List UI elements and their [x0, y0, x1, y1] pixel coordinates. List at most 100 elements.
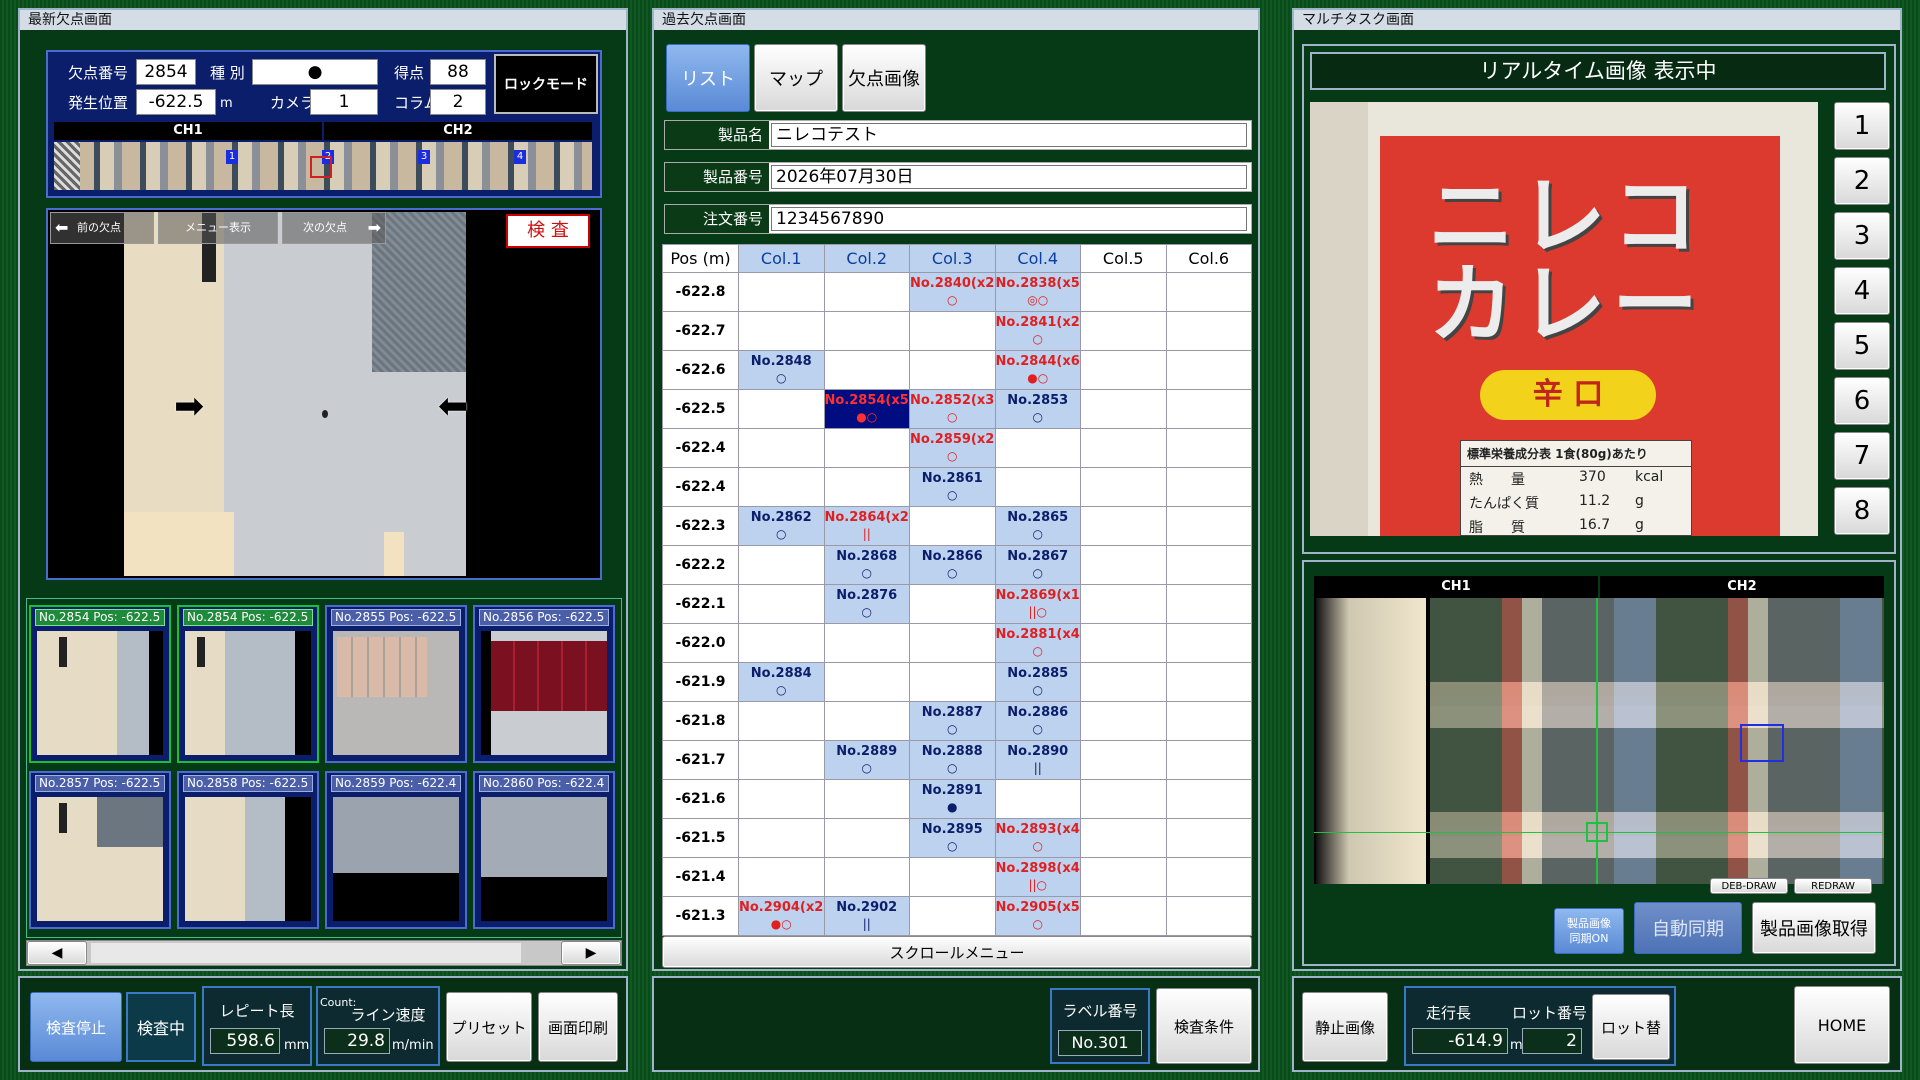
table-row[interactable]: -622.6 No.2848 ○ No.2844(x6) ●○	[662, 350, 1252, 390]
lock-mode-button[interactable]: ロックモード	[494, 54, 598, 114]
table-row[interactable]: -621.4 No.2898(x4) ||○	[662, 857, 1252, 897]
web-strip-image[interactable]: 1 2 3 4	[54, 142, 592, 190]
camera-button-1[interactable]: 1	[1834, 102, 1890, 150]
home-button[interactable]: HOME	[1794, 986, 1890, 1064]
defect-cell[interactable]: No.2868 ○	[823, 545, 910, 585]
defect-cell[interactable]: No.2881(x4) ○	[994, 623, 1081, 663]
thumbnail[interactable]: No.2857 Pos: -622.5	[29, 771, 171, 929]
tab-map[interactable]: マップ	[754, 44, 838, 112]
scroll-left-button[interactable]: ◀	[27, 941, 87, 965]
thumbnail[interactable]: No.2859 Pos: -622.4	[325, 771, 467, 929]
defect-cell[interactable]: No.2890 ||	[994, 740, 1081, 780]
defect-cell[interactable]: No.2891 ●	[909, 779, 996, 819]
defect-image-viewer[interactable]: ➡ ⬅ ⬅ 前の欠点 メニュー表示 次の欠点 ➡ 検 査	[46, 208, 602, 580]
thumbnail[interactable]: No.2854 Pos: -622.5	[177, 605, 319, 763]
camera-button-5[interactable]: 5	[1834, 322, 1890, 370]
tab-defect-image[interactable]: 欠点画像	[842, 44, 926, 112]
thumbnail[interactable]: No.2860 Pos: -622.4	[473, 771, 615, 929]
defect-cell[interactable]: No.2840(x2) ○	[909, 272, 996, 312]
defect-cell[interactable]: No.2869(x10) ||○	[994, 584, 1081, 624]
thumbnail[interactable]: No.2858 Pos: -622.5	[177, 771, 319, 929]
defect-cell[interactable]: No.2861 ○	[909, 467, 996, 507]
web-map-image[interactable]	[1314, 598, 1884, 884]
lot-change-button[interactable]: ロット替	[1592, 994, 1670, 1060]
strip-marker-4[interactable]: 4	[514, 150, 526, 164]
defect-cell[interactable]: No.2866 ○	[909, 545, 996, 585]
preset-button[interactable]: プリセット	[446, 992, 532, 1062]
table-row[interactable]: -622.5 No.2854(x5) ●○ No.2852(x3) ○ No.2853 ○	[662, 389, 1252, 429]
defect-cell[interactable]: No.2887 ○	[909, 701, 996, 741]
defect-cell[interactable]: No.2854(x5) ●○	[823, 389, 910, 429]
scroll-menu-button[interactable]: スクロールメニュー	[662, 936, 1252, 968]
camera-button-7[interactable]: 7	[1834, 432, 1890, 480]
defect-cell[interactable]: No.2844(x6) ●○	[994, 350, 1081, 390]
deb-draw-button[interactable]: DEB-DRAW	[1710, 878, 1788, 894]
defect-cell[interactable]: No.2865 ○	[994, 506, 1081, 546]
defect-cell[interactable]: No.2859(x2) ○	[909, 428, 996, 468]
defect-cell[interactable]: No.2885 ○	[994, 662, 1081, 702]
defect-cell[interactable]: No.2895 ○	[909, 818, 996, 858]
defect-cell[interactable]: No.2889 ○	[823, 740, 910, 780]
defect-cell[interactable]: No.2864(x2) ||	[823, 506, 910, 546]
still-image-button[interactable]: 静止画像	[1302, 992, 1388, 1062]
defect-cell[interactable]: No.2886 ○	[994, 701, 1081, 741]
table-row[interactable]: -621.9 No.2884 ○ No.2885 ○	[662, 662, 1252, 702]
defect-cell[interactable]: No.2852(x3) ○	[909, 389, 996, 429]
defect-cell[interactable]: No.2905(x5) ○	[994, 896, 1081, 936]
scroll-right-button[interactable]: ▶	[561, 941, 621, 965]
table-row[interactable]: -621.6 No.2891 ●	[662, 779, 1252, 819]
inspect-button[interactable]: 検 査	[506, 214, 590, 248]
table-row[interactable]: -622.1 No.2876 ○ No.2869(x10) ||○	[662, 584, 1252, 624]
defect-cell[interactable]: No.2884 ○	[738, 662, 825, 702]
camera-button-6[interactable]: 6	[1834, 377, 1890, 425]
table-row[interactable]: -622.8 No.2840(x2) ○ No.2838(x5) ◎○	[662, 272, 1252, 312]
defect-cell[interactable]: No.2853 ○	[994, 389, 1081, 429]
table-row[interactable]: -622.3 No.2862 ○ No.2864(x2) || No.2865 ○	[662, 506, 1252, 546]
next-defect-button[interactable]: 次の欠点 ➡	[282, 212, 386, 244]
table-row[interactable]: -621.8 No.2887 ○ No.2886 ○	[662, 701, 1252, 741]
redraw-button[interactable]: REDRAW	[1794, 878, 1872, 894]
tab-list[interactable]: リスト	[666, 44, 750, 112]
defect-cell[interactable]: No.2893(x4) ○	[994, 818, 1081, 858]
stop-inspection-button[interactable]: 検査停止	[30, 992, 122, 1062]
table-row[interactable]: -621.5 No.2895 ○ No.2893(x4) ○	[662, 818, 1252, 858]
defect-cell[interactable]: No.2862 ○	[738, 506, 825, 546]
table-row[interactable]: -622.0 No.2881(x4) ○	[662, 623, 1252, 663]
defect-cell[interactable]: No.2867 ○	[994, 545, 1081, 585]
get-product-image-button[interactable]: 製品画像取得	[1752, 902, 1876, 954]
defect-cell-id: No.2861	[921, 471, 983, 486]
defect-cell[interactable]: No.2898(x4) ||○	[994, 857, 1081, 897]
prev-defect-button[interactable]: ⬅ 前の欠点	[50, 212, 154, 244]
camera-button-3[interactable]: 3	[1834, 212, 1890, 260]
defect-cell[interactable]: No.2848 ○	[738, 350, 825, 390]
thumbnail[interactable]: No.2854 Pos: -622.5	[29, 605, 171, 763]
defect-cell[interactable]: No.2876 ○	[823, 584, 910, 624]
table-row[interactable]: -622.2 No.2868 ○ No.2866 ○ No.2867 ○	[662, 545, 1252, 585]
auto-sync-button[interactable]: 自動同期	[1634, 902, 1742, 954]
thumbnail-scrollbar[interactable]: ◀ ▶	[26, 940, 622, 966]
thumbnail[interactable]: No.2856 Pos: -622.5	[473, 605, 615, 763]
camera-button-8[interactable]: 8	[1834, 487, 1890, 535]
scroll-thumb[interactable]	[91, 943, 521, 963]
strip-marker-3[interactable]: 3	[418, 150, 430, 164]
thumbnail[interactable]: No.2855 Pos: -622.5	[325, 605, 467, 763]
defect-cell[interactable]: No.2904(x2) ●○	[738, 896, 825, 936]
menu-display-button[interactable]: メニュー表示	[158, 212, 278, 244]
strip-marker-1[interactable]: 1	[226, 150, 238, 164]
product-image[interactable]: ニレコ カレー 辛 口 標準栄養成分表 1食(80g)あたり 熱 量 370 kca…	[1310, 102, 1818, 536]
table-row[interactable]: -622.4 No.2861 ○	[662, 467, 1252, 507]
table-row[interactable]: -621.3 No.2904(x2) ●○ No.2902 || No.2905(x5) ○	[662, 896, 1252, 936]
camera-button-2[interactable]: 2	[1834, 157, 1890, 205]
sync-status-button[interactable]: 製品画像 同期ON	[1554, 908, 1624, 954]
defect-table-container[interactable]: Pos (m) Col.1 Col.2 Col.3 Col.4 Col.5 Col.6 -6…	[662, 244, 1252, 936]
defect-cell[interactable]: No.2902 ||	[823, 896, 910, 936]
table-row[interactable]: -622.7 No.2841(x2) ○	[662, 311, 1252, 351]
defect-cell[interactable]: No.2888 ○	[909, 740, 996, 780]
table-row[interactable]: -621.7 No.2889 ○ No.2888 ○ No.2890 ||	[662, 740, 1252, 780]
print-screen-button[interactable]: 画面印刷	[538, 992, 618, 1062]
table-row[interactable]: -622.4 No.2859(x2) ○	[662, 428, 1252, 468]
inspection-conditions-button[interactable]: 検査条件	[1156, 988, 1252, 1064]
defect-cell[interactable]: No.2841(x2) ○	[994, 311, 1081, 351]
defect-cell[interactable]: No.2838(x5) ◎○	[994, 272, 1081, 312]
camera-button-4[interactable]: 4	[1834, 267, 1890, 315]
